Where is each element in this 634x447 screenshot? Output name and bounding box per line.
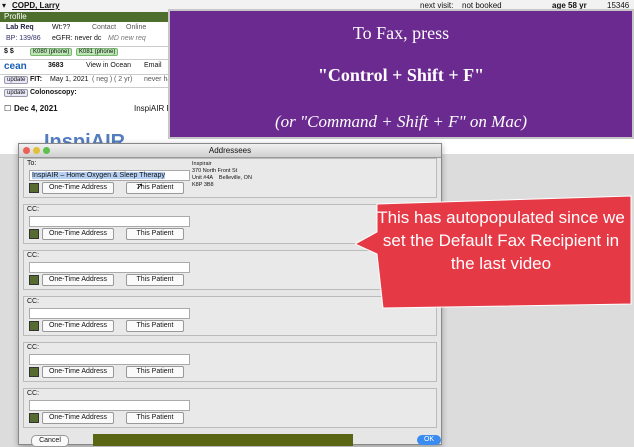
banner-line-1: To Fax, press — [352, 23, 450, 43]
summary-row-billing: $ $ K080 (phone) K081 (phone) — [0, 46, 170, 60]
mouse-cursor-icon: ➚ — [136, 181, 144, 191]
fax-instruction-banner: To Fax, press "Control + Shift + F" (or … — [168, 9, 634, 139]
recipient-address: Inspirair 370 North Front St Unit #4A Be… — [192, 161, 252, 188]
cc-this-patient-button[interactable]: This Patient — [126, 412, 184, 424]
address-book-icon[interactable] — [29, 183, 39, 193]
address-book-icon[interactable] — [29, 229, 39, 239]
encounter-checkbox[interactable]: ☐ — [4, 104, 11, 113]
cc-section-4: CC: One-Time Address This Patient — [23, 342, 437, 382]
minimize-icon[interactable] — [33, 147, 40, 154]
cc-field[interactable] — [29, 216, 190, 227]
cc-this-patient-button[interactable]: This Patient — [126, 366, 184, 378]
progress-bar — [93, 434, 353, 446]
to-recipient-value: InspiAIR – Home Oxygen & Sleep Therapy — [32, 172, 165, 179]
to-one-time-address-button[interactable]: One-Time Address — [42, 182, 114, 194]
cc-label: CC: — [27, 252, 40, 259]
cc-label: CC: — [27, 344, 40, 351]
contact-label: Contact — [92, 24, 117, 31]
fit-label: FIT: — [30, 76, 43, 83]
banner-line-2: "Control + Shift + F" — [317, 65, 485, 85]
lab-req-link[interactable]: Lab Req — [6, 24, 34, 31]
summary-row-ocean: cean 3683 View in Ocean Email — [0, 59, 170, 75]
cc-label: CC: — [27, 390, 40, 397]
to-this-patient-button[interactable]: This Patient — [126, 182, 184, 194]
cc-one-time-address-button[interactable]: One-Time Address — [42, 274, 114, 286]
fit-date: May 1, 2021 — [50, 76, 89, 83]
cc-one-time-address-button[interactable]: One-Time Address — [42, 412, 114, 424]
to-recipient-field[interactable]: InspiAIR – Home Oxygen & Sleep Therapy — [29, 170, 190, 181]
dialog-titlebar[interactable]: Addressees — [19, 144, 441, 158]
cc-field[interactable] — [29, 262, 190, 273]
cc-one-time-address-button[interactable]: One-Time Address — [42, 366, 114, 378]
summary-row-fit: update FIT: May 1, 2021 ( neg ) ( 2 yr) … — [0, 74, 171, 88]
update-colonoscopy-button[interactable]: update — [4, 89, 29, 97]
cc-label: CC: — [27, 298, 40, 305]
address-book-icon[interactable] — [29, 275, 39, 285]
summary-row-colonoscopy: update Colonoscopy: — [0, 87, 170, 100]
email-link[interactable]: Email — [144, 62, 162, 69]
cc-field[interactable] — [29, 354, 190, 365]
summary-row-lab: Lab Req Wt:?? Contact Online BP: 139/86 … — [0, 22, 170, 47]
cc-one-time-address-button[interactable]: One-Time Address — [42, 320, 114, 332]
md-req-label: MD new req — [108, 35, 146, 42]
address-book-icon[interactable] — [29, 367, 39, 377]
ocean-number: 3683 — [48, 62, 64, 69]
address-book-icon[interactable] — [29, 321, 39, 331]
patient-summary: Lab Req Wt:?? Contact Online BP: 139/86 … — [0, 22, 171, 102]
colonoscopy-label: Colonoscopy: — [30, 89, 77, 96]
ok-button[interactable]: OK — [417, 435, 441, 445]
callout-text: This has autopopulated since we set the … — [377, 208, 625, 273]
k081-tag[interactable]: K081 (phone) — [76, 48, 119, 56]
to-label: To: — [27, 160, 37, 167]
k080-tag[interactable]: K080 (phone) — [30, 48, 73, 56]
patient-name[interactable]: COPD, Larry — [12, 1, 60, 10]
cc-label: CC: — [27, 206, 40, 213]
egfr-value: eGFR: never dc — [52, 35, 102, 42]
update-fit-button[interactable]: update — [4, 76, 29, 84]
cancel-button[interactable]: Cancel — [31, 435, 69, 447]
bp-value: BP: 139/86 — [6, 35, 41, 42]
close-icon[interactable] — [23, 147, 30, 154]
menu-icon[interactable]: ▾ — [2, 1, 6, 10]
fit-interval: ( 2 yr) — [114, 76, 133, 83]
billing-label: $ $ — [4, 48, 14, 55]
encounter-date: Dec 4, 2021 — [14, 104, 58, 113]
address-book-icon[interactable] — [29, 413, 39, 423]
banner-line-3: (or "Command + Shift + F" on Mac) — [274, 112, 528, 131]
fit-result: ( neg ) — [92, 76, 113, 83]
cc-one-time-address-button[interactable]: One-Time Address — [42, 228, 114, 240]
cc-field[interactable] — [29, 308, 190, 319]
cc-this-patient-button[interactable]: This Patient — [126, 320, 184, 332]
cc-this-patient-button[interactable]: This Patient — [126, 228, 184, 240]
ocean-logo: cean — [4, 61, 27, 72]
cc-section-5: CC: One-Time Address This Patient — [23, 388, 437, 428]
cc-field[interactable] — [29, 400, 190, 411]
weight-value: Wt:?? — [52, 24, 71, 31]
view-in-ocean-link[interactable]: View in Ocean — [86, 62, 131, 69]
dialog-title: Addressees — [208, 146, 252, 155]
online-label: Online — [126, 24, 147, 31]
zoom-icon[interactable] — [43, 147, 50, 154]
cc-this-patient-button[interactable]: This Patient — [126, 274, 184, 286]
profile-label: Profile — [4, 12, 27, 21]
